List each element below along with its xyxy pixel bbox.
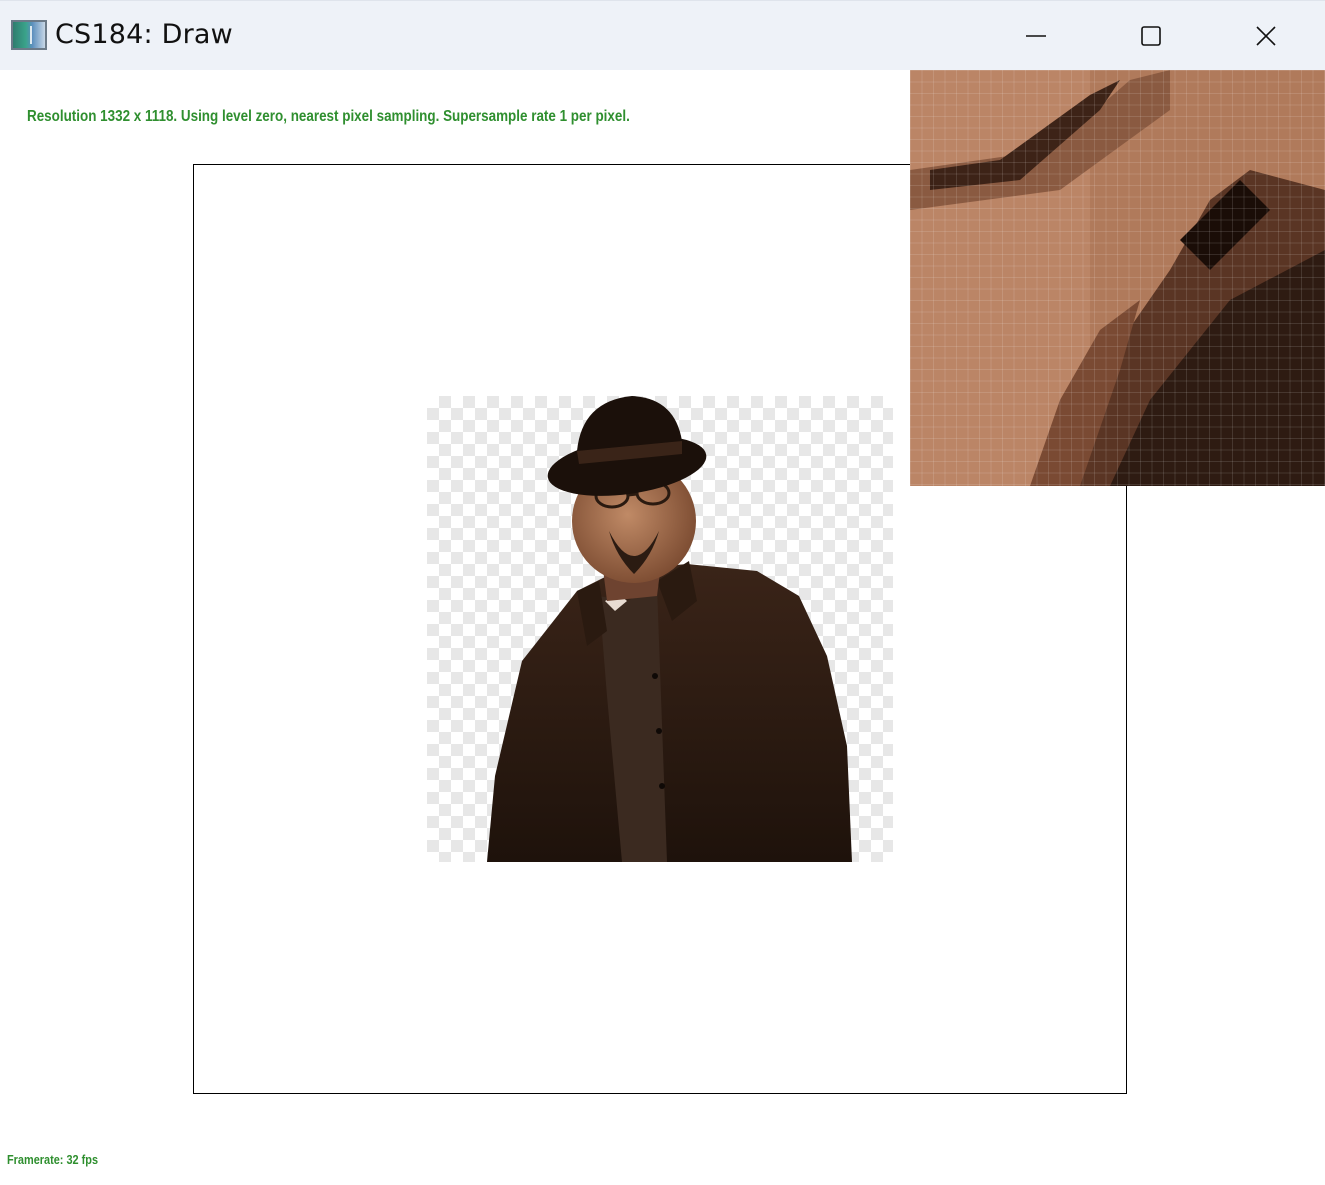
zoom-magnifier-panel (910, 70, 1325, 486)
maximize-icon (1140, 26, 1161, 46)
pixel-grid-overlay (910, 70, 1325, 486)
window-title: CS184: Draw (55, 19, 233, 50)
render-status-text: Resolution 1332 x 1118. Using level zero… (27, 108, 630, 125)
minimize-button[interactable] (978, 1, 1093, 71)
maximize-button[interactable] (1093, 1, 1208, 71)
app-window: CS184: Draw Resolution 1332 x 1118. Usin… (0, 0, 1325, 1185)
textured-image (427, 396, 893, 862)
framerate-text: Framerate: 32 fps (7, 1152, 99, 1167)
app-icon (11, 20, 47, 50)
minimize-icon (1025, 35, 1046, 37)
title-bar[interactable]: CS184: Draw (0, 0, 1325, 70)
portrait-figure (487, 396, 852, 862)
close-button[interactable] (1208, 1, 1323, 71)
close-icon (1255, 26, 1276, 46)
